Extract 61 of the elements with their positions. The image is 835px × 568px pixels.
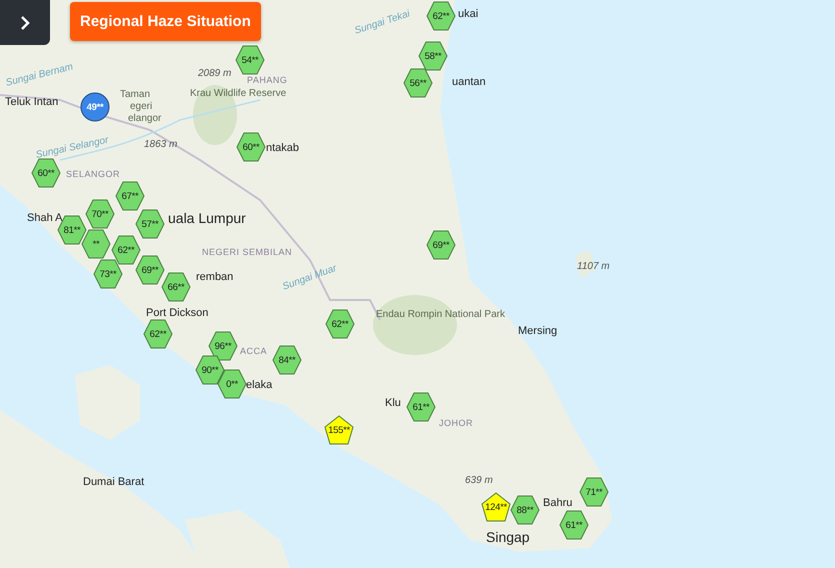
air-quality-marker[interactable]: 69**	[426, 230, 456, 260]
place-label: ukai	[458, 8, 478, 20]
elevation-label: 2089 m	[198, 68, 232, 79]
air-quality-marker[interactable]: 54**	[235, 45, 265, 75]
air-quality-marker[interactable]: 84**	[272, 345, 302, 375]
place-label: uantan	[452, 76, 486, 88]
river-label: Sungai Muar	[281, 262, 338, 293]
place-label: Klu	[385, 397, 401, 410]
air-quality-marker[interactable]: 60**	[236, 132, 266, 162]
place-label: ntakab	[266, 142, 300, 154]
place-label: remban	[196, 271, 234, 284]
air-quality-marker[interactable]: 71**	[579, 477, 609, 507]
air-quality-marker[interactable]: 155**	[324, 415, 354, 445]
air-quality-marker[interactable]: 62**	[325, 309, 355, 339]
park-label: egeri	[130, 101, 152, 112]
river-label: Sungai Bernam	[4, 61, 74, 89]
air-quality-marker[interactable]: 67**	[115, 181, 145, 211]
air-quality-marker[interactable]: 57**	[135, 209, 165, 239]
air-quality-marker[interactable]: 61**	[406, 392, 436, 422]
air-quality-marker[interactable]: 88**	[510, 495, 540, 525]
park-label: Endau Rompin National Park	[376, 309, 505, 320]
place-label: Bahru	[543, 497, 572, 510]
air-quality-marker[interactable]: 62**	[143, 319, 173, 349]
air-quality-marker[interactable]: 73**	[93, 259, 123, 289]
chevron-right-icon	[20, 14, 30, 30]
air-quality-marker[interactable]: 66**	[161, 272, 191, 302]
city-label: uala Lumpur	[168, 211, 246, 226]
river-label: Sungai Selangor	[34, 134, 110, 161]
air-quality-marker[interactable]: 70**	[85, 199, 115, 229]
river-label: Sungai Tekai	[353, 8, 412, 37]
air-quality-marker[interactable]: 61**	[559, 510, 589, 540]
air-quality-marker[interactable]: 90**	[195, 355, 225, 385]
place-label: Teluk Intan	[5, 96, 58, 108]
region-label: NEGERI SEMBILAN	[202, 248, 292, 258]
city-label: Singap	[486, 530, 530, 546]
park-label: elangor	[128, 113, 162, 124]
place-label: elaka	[246, 379, 272, 392]
place-label: Dumai Barat	[83, 476, 144, 488]
elevation-label: 639 m	[465, 475, 493, 486]
place-label: Mersing	[518, 325, 558, 338]
air-quality-marker[interactable]: 62**	[111, 235, 141, 265]
region-label: ACCA	[240, 347, 268, 357]
air-quality-marker[interactable]: 124**	[481, 492, 511, 522]
elevation-label: 1107 m	[577, 261, 610, 272]
air-quality-marker[interactable]: 60**	[31, 158, 61, 188]
panel-toggle-button[interactable]	[0, 0, 50, 45]
park-label: Krau Wildlife Reserve	[190, 88, 286, 99]
air-quality-marker[interactable]: 62**	[426, 1, 456, 31]
region-label: JOHOR	[439, 419, 473, 429]
air-quality-marker[interactable]: 56**	[403, 68, 433, 98]
elevation-label: 1863 m	[144, 139, 178, 150]
place-label: Port Dickson	[146, 307, 208, 320]
park-label: Taman	[120, 89, 150, 100]
air-quality-marker[interactable]: 0**	[217, 369, 247, 399]
air-quality-marker[interactable]: 96**	[208, 331, 238, 361]
region-label: PAHANG	[247, 76, 288, 86]
air-quality-marker[interactable]: **	[81, 229, 111, 259]
region-label: SELANGOR	[66, 170, 120, 180]
air-quality-marker[interactable]: 58**	[418, 41, 448, 71]
air-quality-marker[interactable]: 49**	[80, 92, 110, 122]
air-quality-marker[interactable]: 69**	[135, 255, 165, 285]
